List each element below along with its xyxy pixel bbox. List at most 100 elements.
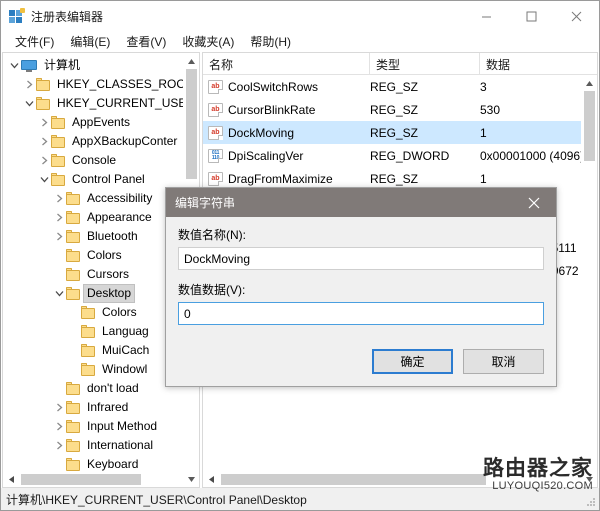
values-scroll-thumb[interactable]: [583, 91, 595, 161]
maximize-button[interactable]: [509, 1, 554, 31]
values-vertical-scrollbar[interactable]: [581, 75, 597, 487]
tree-node-console[interactable]: Console: [3, 151, 199, 170]
folder-icon: [66, 249, 80, 262]
dialog-body: 数值名称(N): DockMoving 数值数据(V): 0: [166, 217, 556, 343]
values-scroll-track[interactable]: [581, 91, 597, 471]
tree-node-appxbackupconter[interactable]: AppXBackupConter: [3, 132, 199, 151]
cancel-button[interactable]: 取消: [463, 349, 544, 374]
status-bar: 计算机\HKEY_CURRENT_USER\Control Panel\Desk…: [1, 488, 599, 510]
values-scroll-left-button[interactable]: [203, 471, 219, 487]
tree-node-label: HKEY_CURRENT_USER: [57, 96, 196, 110]
folder-icon: [81, 325, 95, 338]
chevron-right-icon[interactable]: [52, 398, 66, 417]
chevron-right-icon[interactable]: [52, 436, 66, 455]
tree-node-label: don't load: [87, 381, 139, 395]
tree-node-label: Bluetooth: [87, 229, 138, 243]
value-name-cell: 011 110 DpiScalingVer: [203, 144, 370, 167]
tree-horizontal-scrollbar[interactable]: [3, 471, 199, 487]
chevron-down-icon[interactable]: [37, 170, 51, 189]
tree-node-label: AppEvents: [72, 115, 131, 129]
value-row[interactable]: ab CoolSwitchRows REG_SZ 3: [203, 75, 597, 98]
tree-node-label: Accessibility: [87, 191, 153, 205]
values-hscroll-thumb[interactable]: [221, 474, 486, 485]
tree-node-label: Colors: [87, 248, 122, 262]
chevron-down-icon[interactable]: [7, 56, 21, 75]
tree-node-label: Windowl: [102, 362, 148, 376]
tree-node-infrared[interactable]: Infrared: [3, 398, 199, 417]
close-button[interactable]: [554, 1, 599, 31]
tree-node-label: Input Method: [87, 419, 158, 433]
value-row[interactable]: 011 110 DpiScalingVer REG_DWORD 0x00001000 (…: [203, 144, 597, 167]
minimize-button[interactable]: [464, 1, 509, 31]
tree-node-keyboard[interactable]: Keyboard: [3, 455, 199, 471]
value-row[interactable]: ab CursorBlinkRate REG_SZ 530: [203, 98, 597, 121]
menu-item-help[interactable]: 帮助(H): [242, 31, 299, 52]
chevron-right-icon[interactable]: [37, 113, 51, 132]
resize-grip[interactable]: [586, 497, 596, 507]
tree-node-label: MuiCach: [102, 343, 150, 357]
chevron-right-icon[interactable]: [22, 75, 36, 94]
chevron-right-icon[interactable]: [52, 417, 66, 436]
folder-icon: [66, 420, 80, 433]
values-column-header: 名称 类型 数据: [203, 53, 597, 75]
values-hscroll-track[interactable]: [219, 471, 581, 487]
dialog-button-row: 确定 取消: [166, 343, 556, 386]
tree-node-[interactable]: 计算机: [3, 56, 199, 75]
chevron-right-icon[interactable]: [37, 151, 51, 170]
chevron-right-icon[interactable]: [52, 189, 66, 208]
value-name-input[interactable]: DockMoving: [178, 247, 544, 270]
column-header-type[interactable]: 类型: [370, 53, 480, 75]
tree-node-international[interactable]: International: [3, 436, 199, 455]
value-name-text: CursorBlinkRate: [228, 102, 316, 117]
value-name-cell: ab CursorBlinkRate: [203, 98, 370, 121]
folder-icon: [36, 78, 50, 91]
tree-hscroll-track[interactable]: [19, 471, 183, 487]
dialog-title: 编辑字符串: [175, 196, 236, 210]
tree-scroll-thumb[interactable]: [185, 69, 197, 179]
tree-node-label: International: [87, 438, 154, 452]
tree-node-input-method[interactable]: Input Method: [3, 417, 199, 436]
chevron-right-icon[interactable]: [37, 132, 51, 151]
tree-hscroll-thumb[interactable]: [21, 474, 141, 485]
values-horizontal-scrollbar[interactable]: [203, 471, 597, 487]
registry-icon: [9, 8, 25, 24]
values-scroll-down-button[interactable]: [581, 471, 597, 487]
chevron-down-icon[interactable]: [22, 94, 36, 113]
values-scroll-up-button[interactable]: [581, 75, 597, 91]
menu-item-edit[interactable]: 编辑(E): [62, 31, 118, 52]
chevron-down-icon[interactable]: [52, 284, 66, 303]
window-controls: [464, 1, 599, 31]
tree-node-hkey-current-user[interactable]: HKEY_CURRENT_USER: [3, 94, 199, 113]
tree-node-label: Languag: [102, 324, 149, 338]
chevron-right-icon[interactable]: [52, 208, 66, 227]
dialog-title-bar: 编辑字符串: [166, 188, 556, 217]
column-header-name[interactable]: 名称: [203, 53, 370, 75]
menu-item-file[interactable]: 文件(F): [7, 31, 62, 52]
folder-icon: [51, 154, 65, 167]
folder-icon: [66, 401, 80, 414]
menu-item-view[interactable]: 查看(V): [118, 31, 174, 52]
column-header-data[interactable]: 数据: [480, 53, 597, 75]
value-row[interactable]: ab DockMoving REG_SZ 1: [203, 121, 597, 144]
tree-node-appevents[interactable]: AppEvents: [3, 113, 199, 132]
ok-button[interactable]: 确定: [372, 349, 453, 374]
tree-node-label: Console: [72, 153, 117, 167]
status-path: 计算机\HKEY_CURRENT_USER\Control Panel\Desk…: [6, 492, 307, 507]
tree-scroll-up-button[interactable]: [183, 53, 199, 69]
folder-icon: [81, 344, 95, 357]
dialog-close-button[interactable]: [512, 188, 556, 217]
value-data-input[interactable]: 0: [178, 302, 544, 325]
folder-icon: [81, 306, 95, 319]
edit-string-dialog: 编辑字符串 数值名称(N): DockMoving 数值数据(V): 0 确定 …: [165, 187, 557, 387]
tree-scroll-down-button[interactable]: [183, 471, 199, 487]
tree-node-hkey-classes-root[interactable]: HKEY_CLASSES_ROOT: [3, 75, 199, 94]
chevron-right-icon[interactable]: [52, 227, 66, 246]
menu-item-favorites[interactable]: 收藏夹(A): [174, 31, 242, 52]
tree-scroll-left-button[interactable]: [3, 471, 19, 487]
